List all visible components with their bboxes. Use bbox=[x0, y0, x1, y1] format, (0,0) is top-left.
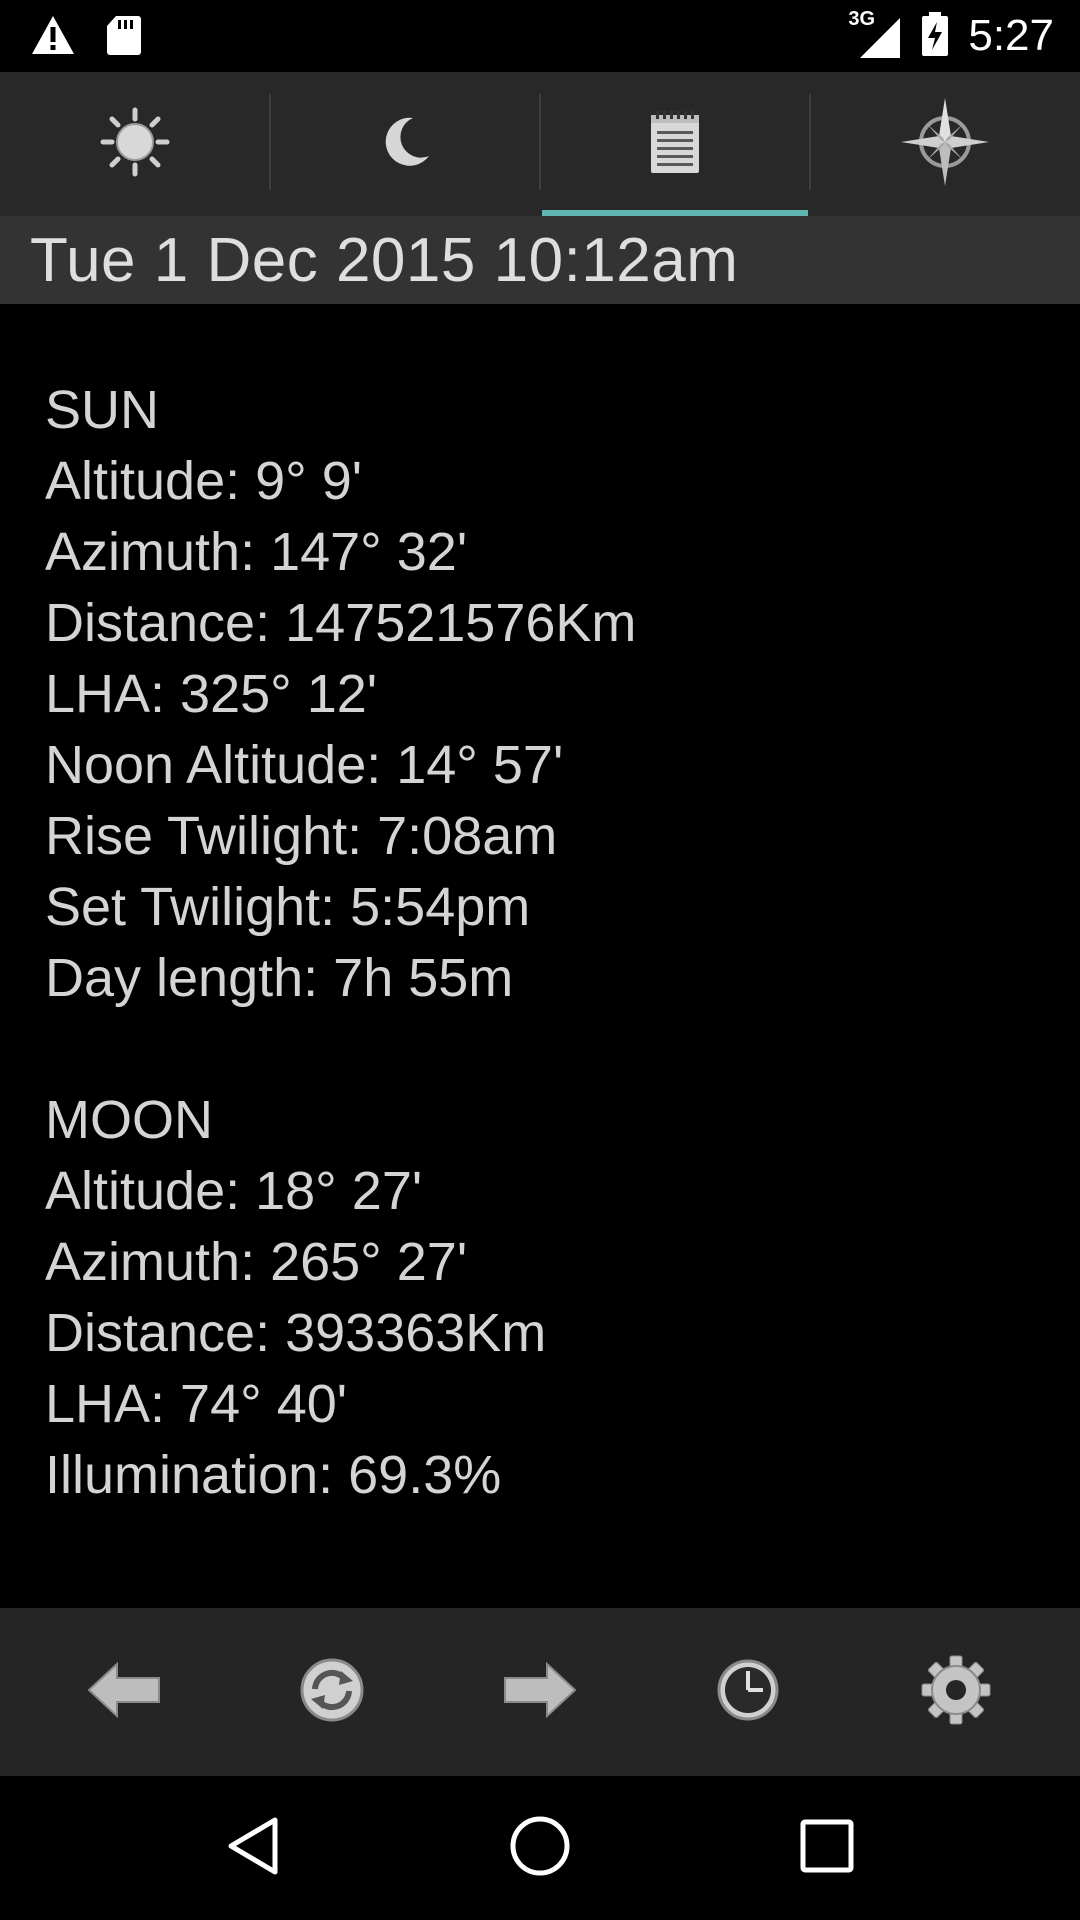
sun-set-twilight: Set Twilight: 5:54pm bbox=[45, 877, 531, 937]
moon-azimuth: Azimuth: 265° 27' bbox=[45, 1232, 468, 1292]
previous-button[interactable] bbox=[74, 1642, 174, 1742]
sun-icon bbox=[100, 107, 170, 182]
moon-altitude: Altitude: 18° 27' bbox=[45, 1161, 423, 1221]
sun-lha: LHA: 325° 12' bbox=[45, 664, 378, 724]
nav-back-button[interactable] bbox=[203, 1798, 303, 1898]
sun-azimuth: Azimuth: 147° 32' bbox=[45, 522, 468, 582]
status-time: 5:27 bbox=[968, 11, 1054, 60]
next-button[interactable] bbox=[490, 1642, 590, 1742]
home-icon bbox=[509, 1815, 571, 1882]
sun-rise-twilight: Rise Twilight: 7:08am bbox=[45, 806, 558, 866]
moon-distance: Distance: 393363Km bbox=[45, 1303, 547, 1363]
tab-sun[interactable] bbox=[0, 72, 271, 216]
tab-compass[interactable] bbox=[810, 72, 1080, 216]
arrow-left-icon bbox=[87, 1661, 161, 1723]
tab-notes[interactable] bbox=[540, 72, 811, 216]
tab-bar bbox=[0, 72, 1080, 216]
signal-icon: 3G bbox=[848, 8, 902, 60]
bottom-toolbar bbox=[0, 1608, 1080, 1776]
sun-day-length: Day length: 7h 55m bbox=[45, 948, 514, 1008]
date-header[interactable]: Tue 1 Dec 2015 10:12am bbox=[0, 216, 1080, 304]
clock-icon bbox=[715, 1657, 781, 1728]
warning-icon bbox=[30, 14, 76, 61]
compass-icon bbox=[899, 96, 991, 193]
nav-home-button[interactable] bbox=[490, 1798, 590, 1898]
refresh-button[interactable] bbox=[282, 1642, 382, 1742]
notepad-icon bbox=[648, 109, 702, 180]
battery-charging-icon bbox=[920, 10, 950, 63]
sun-distance: Distance: 147521576Km bbox=[45, 593, 637, 653]
sun-noon-altitude: Noon Altitude: 14° 57' bbox=[45, 735, 564, 795]
ephemeris-content: SUN Altitude: 9° 9' Azimuth: 147° 32' Di… bbox=[45, 375, 1045, 1511]
moon-icon bbox=[375, 112, 435, 177]
nav-recents-button[interactable] bbox=[777, 1798, 877, 1898]
time-button[interactable] bbox=[698, 1642, 798, 1742]
sun-altitude: Altitude: 9° 9' bbox=[45, 451, 363, 511]
gear-icon bbox=[920, 1654, 992, 1731]
moon-lha: LHA: 74° 40' bbox=[45, 1374, 348, 1434]
arrow-right-icon bbox=[503, 1661, 577, 1723]
back-icon bbox=[225, 1816, 281, 1881]
sd-card-icon bbox=[106, 14, 142, 61]
status-bar: 3G 5:27 bbox=[0, 0, 1080, 72]
refresh-icon bbox=[297, 1655, 367, 1730]
system-nav-bar bbox=[0, 1776, 1080, 1920]
settings-button[interactable] bbox=[906, 1642, 1006, 1742]
moon-section-title: MOON bbox=[45, 1090, 213, 1150]
moon-illumination: Illumination: 69.3% bbox=[45, 1445, 502, 1505]
recents-icon bbox=[799, 1818, 855, 1879]
date-text: Tue 1 Dec 2015 10:12am bbox=[30, 225, 739, 295]
tab-moon[interactable] bbox=[270, 72, 541, 216]
screen: 3G 5:27 Tue 1 Dec 2015 10:12am SUN Altit… bbox=[0, 0, 1080, 1920]
sun-section-title: SUN bbox=[45, 380, 160, 440]
